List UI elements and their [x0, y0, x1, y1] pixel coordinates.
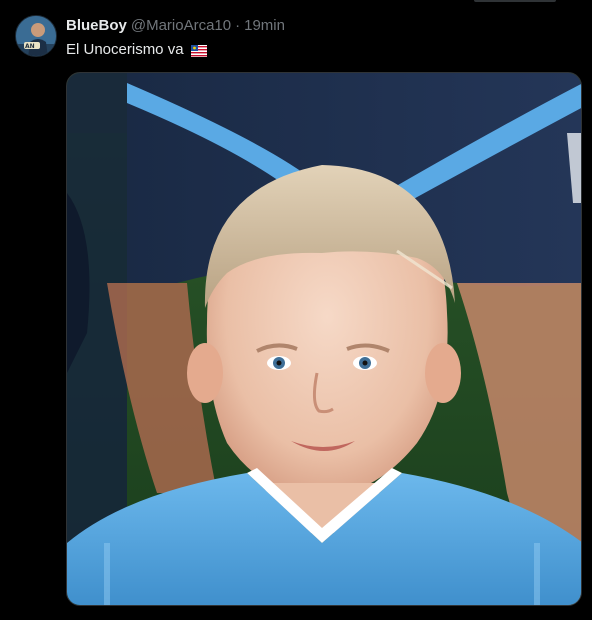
photo-icon	[67, 73, 581, 605]
avatar[interactable]: AN	[15, 15, 57, 57]
tweet-text-content: El Unocerismo va	[66, 41, 184, 58]
tweet-photo[interactable]	[66, 72, 582, 606]
timestamp[interactable]: 19min	[244, 17, 285, 34]
tweet-text: El Unocerismo va	[66, 41, 208, 58]
tweet-header: BlueBoy @MarioArca10 · 19min	[66, 17, 285, 37]
separator-dot: ·	[235, 17, 241, 34]
user-handle[interactable]: @MarioArca10	[131, 17, 231, 34]
display-name[interactable]: BlueBoy	[66, 17, 127, 34]
avatar-icon: AN	[16, 16, 56, 56]
svg-text:AN: AN	[25, 43, 35, 50]
flag-icon	[190, 44, 208, 58]
tweet[interactable]: AN BlueBoy @MarioArca10 · 19min El Unoce…	[0, 0, 592, 620]
